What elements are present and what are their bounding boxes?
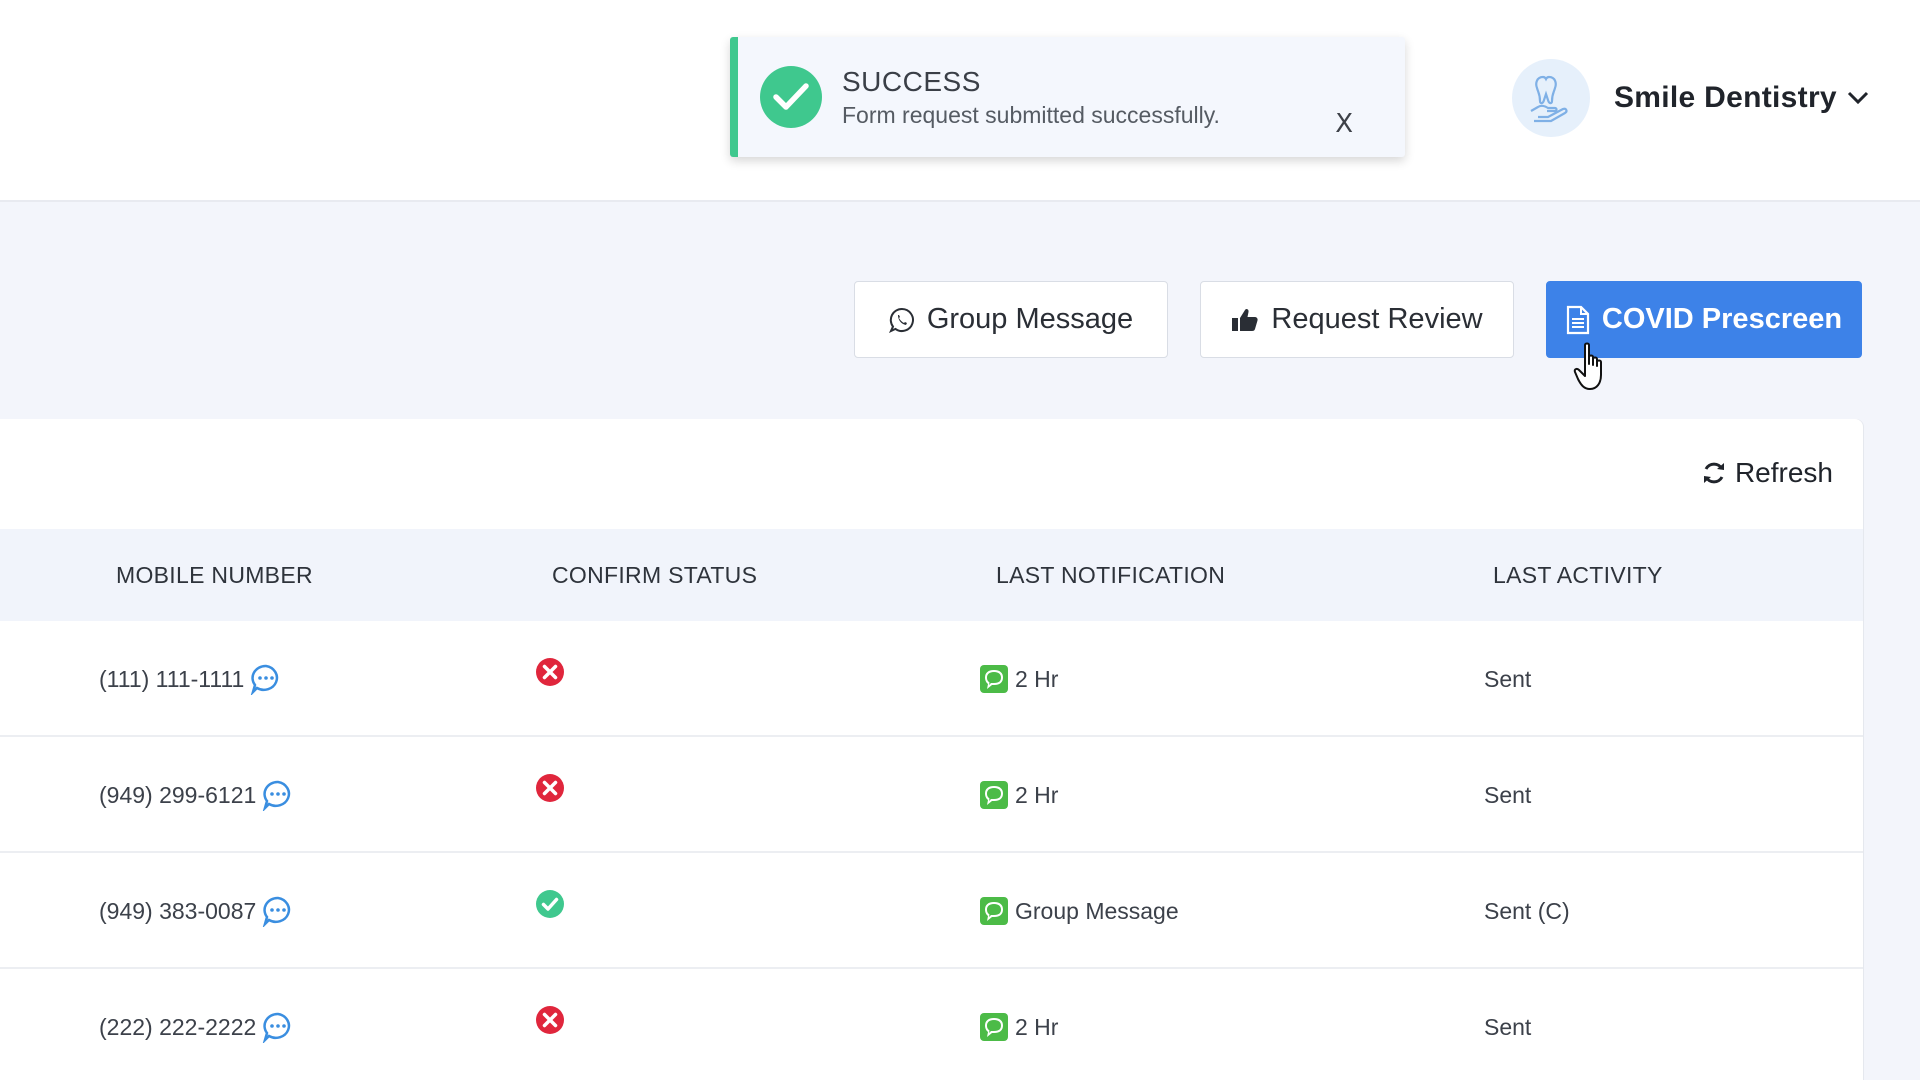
hand-cursor-icon: [1573, 342, 1613, 399]
column-header-confirm-status: CONFIRM STATUS: [552, 562, 758, 588]
sms-icon: [979, 1012, 1009, 1042]
x-circle-icon: [535, 1005, 565, 1041]
chat-bubble-icon[interactable]: [262, 895, 294, 927]
last-activity: Sent: [1484, 665, 1532, 692]
last-activity: Sent: [1484, 1013, 1532, 1040]
refresh-label: Refresh: [1734, 457, 1833, 488]
refresh-icon: [1701, 460, 1727, 486]
confirm-status: [535, 965, 565, 1080]
last-notification: Group Message: [1015, 897, 1179, 924]
chevron-down-icon: [1847, 86, 1871, 110]
table-row[interactable]: (111) 111-1111 2 Hr Sent: [0, 621, 1863, 737]
chat-bubble-icon[interactable]: [262, 1011, 294, 1043]
toast-message: Form request submitted successfully.: [842, 101, 1220, 128]
x-circle-icon: [535, 773, 565, 809]
covid-prescreen-label: COVID Prescreen: [1601, 303, 1843, 335]
request-review-label: Request Review: [1271, 303, 1483, 335]
confirm-status: [535, 849, 565, 965]
tooth-hand-icon: [1512, 59, 1590, 137]
document-icon: [1566, 305, 1590, 335]
last-activity: Sent: [1484, 781, 1532, 808]
toast-close-button[interactable]: X: [1335, 109, 1353, 139]
confirm-status: [535, 617, 565, 733]
whatsapp-icon: [888, 307, 915, 333]
sms-icon: [979, 664, 1009, 694]
table-row[interactable]: (222) 222-2222 2 Hr Sent: [0, 969, 1863, 1080]
success-toast: SUCCESS Form request submitted successfu…: [730, 37, 1405, 157]
request-review-button[interactable]: Request Review: [1200, 281, 1514, 358]
column-header-last-activity: LAST ACTIVITY: [1493, 562, 1663, 588]
mobile-number: (222) 222-2222: [99, 1013, 257, 1040]
check-circle-icon: [760, 66, 822, 128]
mobile-number: (949) 383-0087: [99, 897, 257, 924]
last-notification: 2 Hr: [1015, 665, 1059, 692]
thumbs-up-icon: [1231, 307, 1259, 333]
column-header-last-notification: LAST NOTIFICATION: [996, 562, 1226, 588]
table-header: MOBILE NUMBER CONFIRM STATUS LAST NOTIFI…: [0, 529, 1863, 621]
toast-title: SUCCESS: [842, 65, 981, 97]
column-header-mobile-number: MOBILE NUMBER: [116, 562, 313, 588]
table-row[interactable]: (949) 383-0087 Group Message Sent (C): [0, 853, 1863, 969]
last-activity: Sent (C): [1484, 897, 1570, 924]
group-message-button[interactable]: Group Message: [854, 281, 1168, 358]
profile-name: Smile Dentistry: [1614, 81, 1837, 114]
mobile-number: (949) 299-6121: [99, 781, 257, 808]
sms-icon: [979, 896, 1009, 926]
refresh-button[interactable]: Refresh: [1701, 457, 1833, 489]
chat-bubble-icon[interactable]: [250, 663, 282, 695]
chat-bubble-icon[interactable]: [262, 779, 294, 811]
mobile-number: (111) 111-1111: [99, 665, 245, 692]
group-message-label: Group Message: [926, 303, 1134, 335]
check-circle-icon: [535, 889, 565, 925]
sms-icon: [979, 780, 1009, 810]
table-row[interactable]: (949) 299-6121 2 Hr Sent: [0, 737, 1863, 853]
last-notification: 2 Hr: [1015, 781, 1059, 808]
profile-menu[interactable]: Smile Dentistry: [1512, 58, 1871, 138]
appointments-card: Refresh MOBILE NUMBER CONFIRM STATUS LAS…: [0, 419, 1863, 1080]
confirm-status: [535, 733, 565, 849]
x-circle-icon: [535, 657, 565, 693]
last-notification: 2 Hr: [1015, 1013, 1059, 1040]
